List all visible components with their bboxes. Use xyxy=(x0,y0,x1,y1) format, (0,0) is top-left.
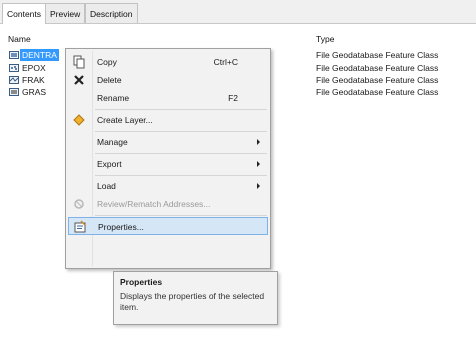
tab-description[interactable]: Description xyxy=(85,3,138,23)
menu-item-manage[interactable]: Manage xyxy=(68,133,268,151)
menu-item-properties[interactable]: Properties... xyxy=(68,217,268,235)
row-name: EPOX xyxy=(22,63,46,73)
column-header-name[interactable]: Name xyxy=(8,34,31,44)
menu-separator xyxy=(95,131,267,132)
tooltip-body: Displays the properties of the selected … xyxy=(120,291,265,312)
row-name: DENTRA xyxy=(20,49,59,61)
submenu-arrow-icon xyxy=(257,139,260,145)
menu-item-shortcut: Ctrl+C xyxy=(213,57,238,67)
menu-separator xyxy=(95,109,267,110)
polygon-feature-class-icon xyxy=(9,51,19,59)
menu-item-export[interactable]: Export xyxy=(68,155,268,173)
properties-tooltip: Properties Displays the properties of th… xyxy=(113,271,278,325)
menu-item-label: Manage xyxy=(97,137,128,147)
menu-item-label: Copy xyxy=(97,57,117,67)
menu-item-delete[interactable]: Delete xyxy=(68,71,268,89)
properties-icon xyxy=(73,220,87,234)
menu-item-label: Create Layer... xyxy=(97,115,153,125)
point-feature-class-icon xyxy=(9,64,19,72)
menu-item-label: Properties... xyxy=(98,222,144,232)
menu-item-shortcut: F2 xyxy=(228,93,238,103)
menu-item-label: Load xyxy=(97,181,116,191)
row-name: FRAK xyxy=(22,75,45,85)
row-name: GRAS xyxy=(22,87,47,97)
review-rematch-icon xyxy=(72,197,86,211)
menu-item-label: Review/Rematch Addresses... xyxy=(97,199,211,209)
menu-separator xyxy=(95,215,267,216)
tab-contents[interactable]: Contents xyxy=(2,3,47,24)
menu-item-load[interactable]: Load xyxy=(68,177,268,195)
submenu-arrow-icon xyxy=(257,161,260,167)
row-type: File Geodatabase Feature Class xyxy=(316,75,439,85)
menu-item-label: Rename xyxy=(97,93,130,103)
context-menu: Copy Ctrl+C Delete Rename F2 Create Laye… xyxy=(65,48,271,269)
row-type: File Geodatabase Feature Class xyxy=(316,50,439,60)
menu-item-label: Delete xyxy=(97,75,122,85)
tooltip-title: Properties xyxy=(120,277,163,287)
create-layer-icon xyxy=(72,113,86,127)
menu-item-copy[interactable]: Copy Ctrl+C xyxy=(68,53,268,71)
delete-icon xyxy=(72,73,86,87)
row-type: File Geodatabase Feature Class xyxy=(316,63,439,73)
submenu-arrow-icon xyxy=(257,183,260,189)
tab-preview[interactable]: Preview xyxy=(45,3,86,23)
menu-item-rename[interactable]: Rename F2 xyxy=(68,89,268,107)
row-type: File Geodatabase Feature Class xyxy=(316,87,439,97)
line-feature-class-icon xyxy=(9,76,19,84)
tab-strip: Contents Preview Description xyxy=(0,0,476,24)
menu-separator xyxy=(95,153,267,154)
column-header-type[interactable]: Type xyxy=(316,34,334,44)
menu-separator xyxy=(95,175,267,176)
polygon-feature-class-icon xyxy=(9,88,19,96)
copy-icon xyxy=(72,55,86,69)
menu-item-create-layer[interactable]: Create Layer... xyxy=(68,111,268,129)
menu-item-review-rematch-addresses: Review/Rematch Addresses... xyxy=(68,195,268,213)
menu-item-label: Export xyxy=(97,159,122,169)
